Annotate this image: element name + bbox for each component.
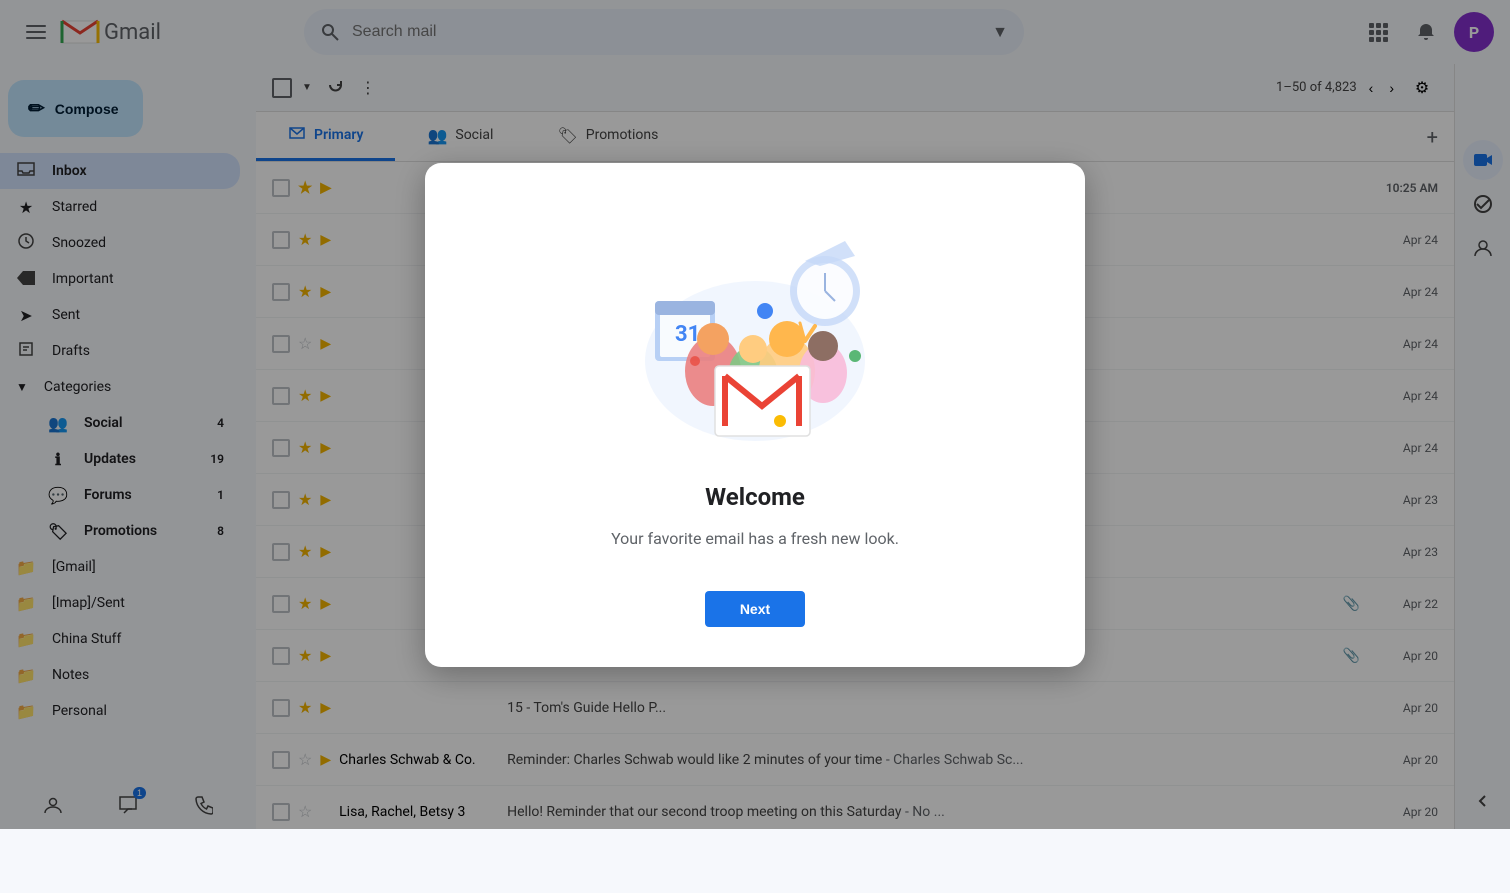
- next-button[interactable]: Next: [705, 591, 805, 627]
- modal-overlay[interactable]: 31: [0, 0, 1510, 829]
- welcome-modal: 31: [425, 163, 1085, 667]
- modal-subtitle: Your favorite email has a fresh new look…: [465, 527, 1045, 551]
- modal-title: Welcome: [465, 483, 1045, 511]
- modal-illustration: 31: [605, 211, 905, 451]
